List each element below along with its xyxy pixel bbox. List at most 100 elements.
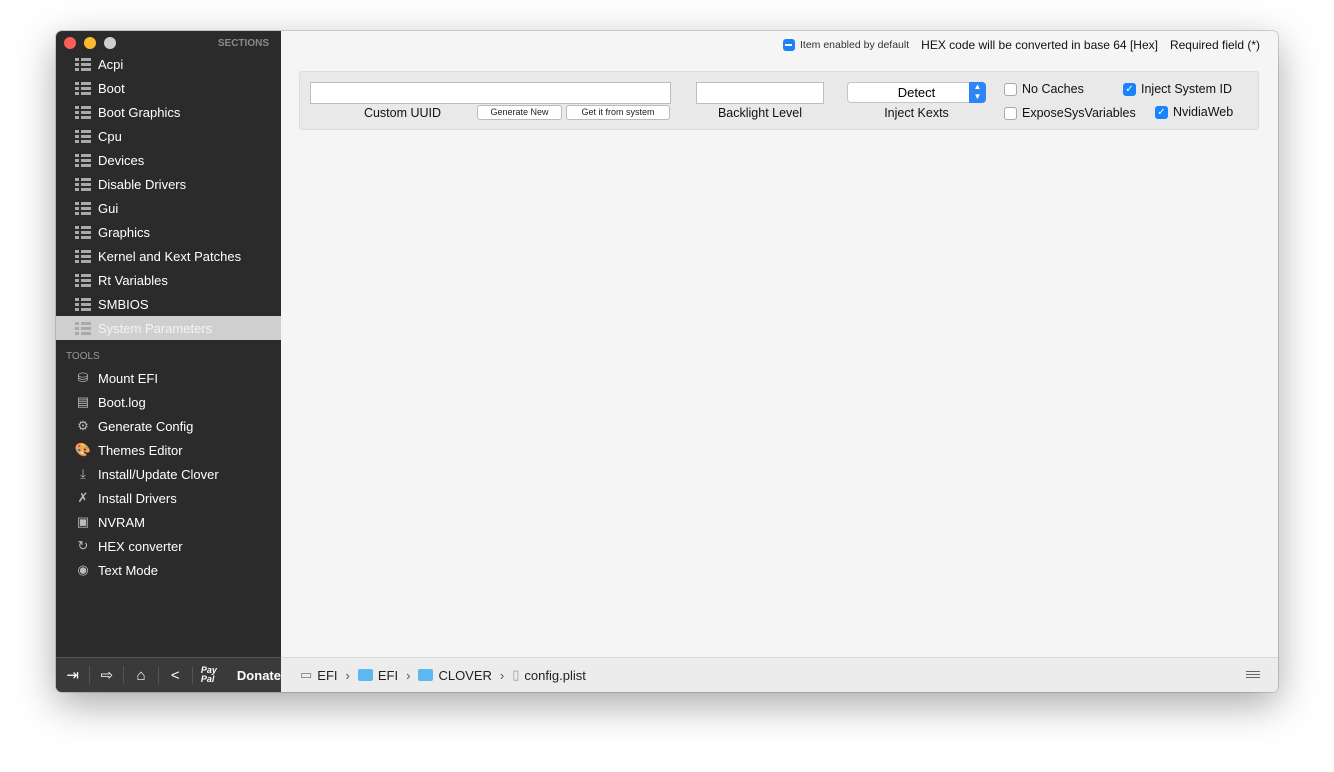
- tool-item-label: NVRAM: [98, 514, 145, 530]
- eye-icon: ◉: [77, 562, 89, 577]
- tool-item-label: Text Mode: [98, 562, 158, 578]
- drive-icon: ▭: [300, 667, 313, 682]
- sidebar-item-boot-graphics[interactable]: Boot Graphics: [56, 100, 281, 124]
- minimize-button[interactable]: [84, 37, 96, 49]
- list-icon: [75, 201, 91, 215]
- tool-item-install-drivers[interactable]: ✗ Install Drivers: [56, 486, 281, 510]
- sidebar-item-boot[interactable]: Boot: [56, 76, 281, 100]
- path-item[interactable]: EFI: [317, 668, 337, 683]
- tool-item-generate-config[interactable]: ⚙ Generate Config: [56, 414, 281, 438]
- sidebar-item-devices[interactable]: Devices: [56, 148, 281, 172]
- custom-uuid-input[interactable]: [310, 82, 671, 104]
- sidebar-toolbar: ⇥ ⇨ ⌂ < Pay Pal Donate: [56, 657, 281, 692]
- nvidia-web-label: NvidiaWeb: [1173, 105, 1234, 119]
- sections-header: SECTIONS: [217, 38, 269, 49]
- list-icon: [75, 81, 91, 95]
- sidebar-item-label: Rt Variables: [98, 272, 168, 288]
- refresh-icon: ↻: [77, 538, 89, 553]
- tool-item-text-mode[interactable]: ◉ Text Mode: [56, 558, 281, 582]
- no-caches-checkbox[interactable]: No Caches: [1004, 82, 1084, 96]
- sidebar-item-label: Disable Drivers: [98, 176, 187, 192]
- inject-kexts-select[interactable]: Detect ▲ ▼: [847, 82, 986, 103]
- tool-item-boot-log[interactable]: ▤ Boot.log: [56, 390, 281, 414]
- chevron-updown-icon: ▲ ▼: [969, 82, 986, 103]
- checkmark-icon: ✓: [1123, 82, 1136, 96]
- inject-kexts-value: Detect: [897, 85, 936, 100]
- list-icon: [75, 225, 91, 239]
- tools-header: TOOLS: [66, 351, 100, 362]
- log-icon: ▤: [76, 394, 90, 409]
- export-icon[interactable]: ⇨: [90, 666, 125, 684]
- path-bar: ▭ EFI › EFI › CLOVER › ▯ config.plist: [281, 657, 1278, 692]
- generate-new-button[interactable]: Generate New: [477, 105, 562, 120]
- sidebar-item-cpu[interactable]: Cpu: [56, 124, 281, 148]
- sidebar-item-label: Devices: [98, 152, 145, 168]
- tool-item-label: Install/Update Clover: [98, 466, 219, 482]
- palette-icon: 🎨: [74, 442, 92, 457]
- sidebar-item-label: Cpu: [98, 128, 122, 144]
- sidebar-item-graphics[interactable]: Graphics: [56, 220, 281, 244]
- file-icon: ▯: [512, 667, 520, 682]
- disk-icon: ⛁: [77, 370, 89, 385]
- sidebar: SECTIONS Acpi Boot Boot Graphics Cpu Devices…: [56, 31, 281, 692]
- chevron-right-icon: ›: [345, 667, 350, 683]
- enabled-default-legend: Item enabled by default: [782, 38, 910, 52]
- expose-sys-variables-label: ExposeSysVariables: [1022, 106, 1136, 120]
- tool-item-nvram[interactable]: ▣ NVRAM: [56, 510, 281, 534]
- close-button[interactable]: [64, 37, 76, 49]
- sidebar-item-label: Boot: [98, 80, 125, 96]
- tool-item-hex-converter[interactable]: ↻ HEX converter: [56, 534, 281, 558]
- list-icon: [75, 321, 91, 335]
- tool-item-label: Themes Editor: [98, 442, 183, 458]
- tool-item-themes-editor[interactable]: 🎨 Themes Editor: [56, 438, 281, 462]
- menu-icon[interactable]: [1246, 671, 1260, 680]
- backlight-level-input[interactable]: [696, 82, 824, 104]
- path-item[interactable]: EFI: [378, 668, 398, 683]
- share-icon[interactable]: <: [159, 666, 193, 684]
- get-from-system-button[interactable]: Get it from system: [566, 105, 670, 120]
- tool-item-label: Boot.log: [98, 394, 146, 410]
- tool-item-install-update-clover[interactable]: ⤓ Install/Update Clover: [56, 462, 281, 486]
- expose-sys-variables-checkbox[interactable]: ExposeSysVariables: [1004, 106, 1136, 120]
- list-icon: [75, 105, 91, 119]
- enabled-default-text: Item enabled by default: [799, 38, 910, 51]
- nvidia-web-checkbox[interactable]: ✓ NvidiaWeb: [1155, 105, 1233, 119]
- chevron-right-icon: ›: [499, 667, 505, 683]
- sidebar-item-label: System Parameters: [98, 320, 213, 336]
- sidebar-item-rt-variables[interactable]: Rt Variables: [56, 268, 281, 292]
- tool-item-label: Mount EFI: [98, 370, 158, 386]
- tool-item-label: Install Drivers: [98, 490, 177, 506]
- list-icon: [75, 273, 91, 287]
- zoom-button[interactable]: [104, 37, 116, 49]
- folder-icon: [357, 669, 373, 681]
- custom-uuid-label: Custom UUID: [363, 106, 442, 120]
- required-note: Required field (*): [1169, 38, 1260, 52]
- inject-system-id-label: Inject System ID: [1141, 82, 1232, 96]
- donate-button[interactable]: Pay Pal Donate: [201, 666, 281, 684]
- sidebar-item-label: SMBIOS: [98, 296, 149, 312]
- sidebar-item-disable-drivers[interactable]: Disable Drivers: [56, 172, 281, 196]
- list-icon: [75, 297, 91, 311]
- tool-item-mount-efi[interactable]: ⛁ Mount EFI: [56, 366, 281, 390]
- inject-system-id-checkbox[interactable]: ✓ Inject System ID: [1123, 82, 1232, 96]
- list-icon: [75, 177, 91, 191]
- path-item[interactable]: CLOVER: [438, 668, 491, 683]
- sidebar-item-label: Kernel and Kext Patches: [98, 248, 242, 264]
- list-icon: [75, 129, 91, 143]
- import-icon[interactable]: ⇥: [56, 666, 91, 684]
- no-caches-label: No Caches: [1022, 82, 1084, 96]
- path-item[interactable]: config.plist: [524, 668, 585, 683]
- sidebar-item-label: Acpi: [98, 56, 124, 72]
- gears-icon: ⚙: [77, 418, 89, 433]
- tools-icon: ✗: [77, 490, 89, 505]
- checkbox-mixed-icon: [782, 39, 795, 52]
- sidebar-item-kernel-and-kext-patches[interactable]: Kernel and Kext Patches: [56, 244, 281, 268]
- sidebar-item-gui[interactable]: Gui: [56, 196, 281, 220]
- list-icon: [75, 153, 91, 167]
- backlight-level-label: Backlight Level: [717, 106, 803, 120]
- sidebar-item-smbios[interactable]: SMBIOS: [56, 292, 281, 316]
- sidebar-item-label: Graphics: [98, 224, 151, 240]
- sidebar-item-system-parameters[interactable]: System Parameters: [56, 316, 281, 340]
- sidebar-item-acpi[interactable]: Acpi: [56, 52, 281, 76]
- home-icon[interactable]: ⌂: [124, 666, 159, 684]
